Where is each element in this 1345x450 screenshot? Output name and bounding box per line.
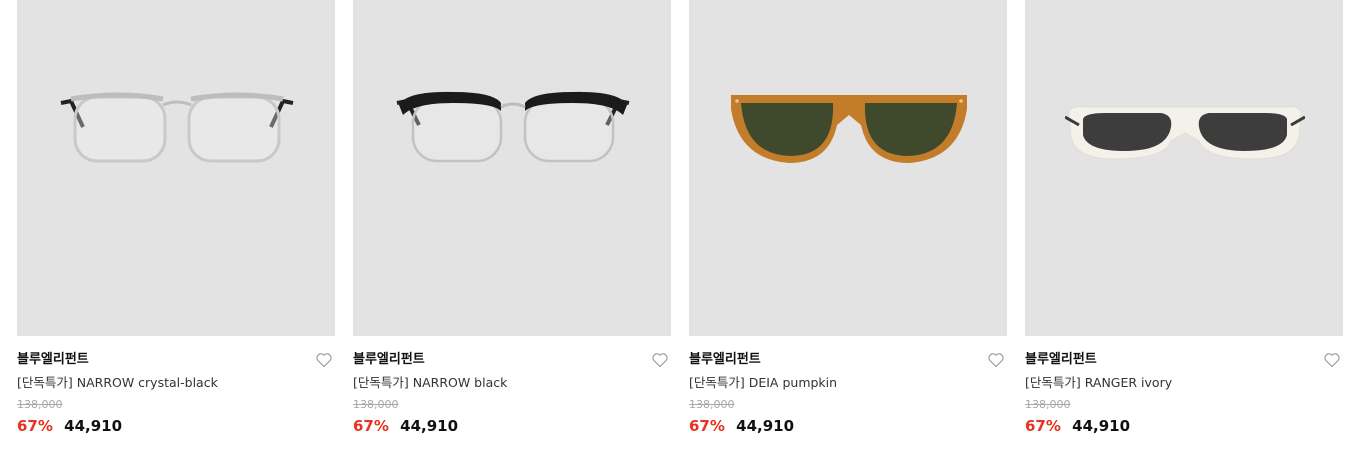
price-row: 67% 44,910 bbox=[353, 416, 671, 436]
discount-rate: 67% bbox=[353, 417, 389, 435]
heart-icon[interactable] bbox=[315, 352, 333, 368]
product-image[interactable] bbox=[689, 0, 1007, 336]
price-row: 67% 44,910 bbox=[1025, 416, 1343, 436]
product-info: 블루엘리펀트 [단독특가] DEIA pumpkin 138,000 67% 4… bbox=[689, 336, 1007, 436]
discount-rate: 67% bbox=[17, 417, 53, 435]
black-browline-glasses-icon bbox=[396, 91, 630, 163]
product-image[interactable] bbox=[17, 0, 335, 336]
price-row: 67% 44,910 bbox=[689, 416, 1007, 436]
product-name[interactable]: [단독특가] NARROW crystal-black bbox=[17, 373, 335, 392]
discount-rate: 67% bbox=[689, 417, 725, 435]
product-card[interactable]: 블루엘리펀트 [단독특가] NARROW crystal-black 138,0… bbox=[17, 0, 335, 450]
brand-name[interactable]: 블루엘리펀트 bbox=[689, 350, 1007, 369]
product-image[interactable] bbox=[353, 0, 671, 336]
sale-price: 44,910 bbox=[64, 417, 123, 435]
heart-icon[interactable] bbox=[987, 352, 1005, 368]
brand-name[interactable]: 블루엘리펀트 bbox=[17, 350, 335, 369]
product-info: 블루엘리펀트 [단독특가] NARROW crystal-black 138,0… bbox=[17, 336, 335, 436]
sale-price: 44,910 bbox=[736, 417, 795, 435]
crystal-black-glasses-icon bbox=[60, 92, 294, 163]
product-info: 블루엘리펀트 [단독특가] RANGER ivory 138,000 67% 4… bbox=[1025, 336, 1343, 436]
product-card[interactable]: 블루엘리펀트 [단독특가] RANGER ivory 138,000 67% 4… bbox=[1025, 0, 1343, 450]
pumpkin-sunglasses-icon bbox=[731, 95, 967, 163]
brand-name[interactable]: 블루엘리펀트 bbox=[353, 350, 671, 369]
product-name[interactable]: [단독특가] RANGER ivory bbox=[1025, 373, 1343, 392]
product-image[interactable] bbox=[1025, 0, 1343, 336]
original-price: 138,000 bbox=[689, 398, 735, 411]
product-card[interactable]: 블루엘리펀트 [단독특가] NARROW black 138,000 67% 4… bbox=[353, 0, 671, 450]
original-price: 138,000 bbox=[17, 398, 63, 411]
brand-name[interactable]: 블루엘리펀트 bbox=[1025, 350, 1343, 369]
heart-icon[interactable] bbox=[1323, 352, 1341, 368]
product-name[interactable]: [단독특가] NARROW black bbox=[353, 373, 671, 392]
sale-price: 44,910 bbox=[1072, 417, 1131, 435]
sale-price: 44,910 bbox=[400, 417, 459, 435]
ivory-sunglasses-icon bbox=[1065, 106, 1305, 160]
product-card[interactable]: 블루엘리펀트 [단독특가] DEIA pumpkin 138,000 67% 4… bbox=[689, 0, 1007, 450]
product-grid: 블루엘리펀트 [단독특가] NARROW crystal-black 138,0… bbox=[0, 0, 1345, 450]
original-price: 138,000 bbox=[353, 398, 399, 411]
product-info: 블루엘리펀트 [단독특가] NARROW black 138,000 67% 4… bbox=[353, 336, 671, 436]
original-price: 138,000 bbox=[1025, 398, 1071, 411]
heart-icon[interactable] bbox=[651, 352, 669, 368]
price-row: 67% 44,910 bbox=[17, 416, 335, 436]
product-name[interactable]: [단독특가] DEIA pumpkin bbox=[689, 373, 1007, 392]
discount-rate: 67% bbox=[1025, 417, 1061, 435]
